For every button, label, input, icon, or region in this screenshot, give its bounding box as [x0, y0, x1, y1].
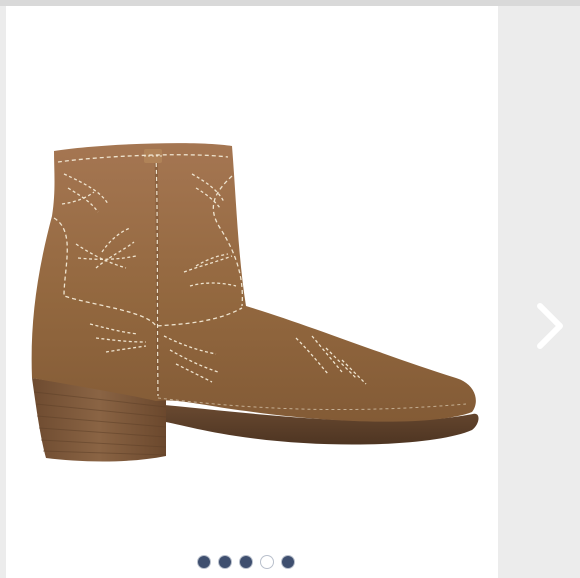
carousel-dot[interactable]	[219, 556, 231, 568]
next-slide-icon-name: chevron-right-icon	[570, 300, 571, 301]
product-carousel: chevron-right-icon	[0, 0, 580, 578]
carousel-dot[interactable]	[261, 556, 273, 568]
carousel-dot[interactable]	[240, 556, 252, 568]
next-slide-button[interactable]: chevron-right-icon	[530, 300, 570, 352]
carousel-pagination	[198, 554, 308, 570]
product-image	[31, 143, 479, 462]
carousel-dot[interactable]	[282, 556, 294, 568]
chevron-right-icon	[537, 303, 563, 349]
carousel-slide[interactable]	[6, 6, 498, 578]
carousel-dot[interactable]	[198, 556, 210, 568]
